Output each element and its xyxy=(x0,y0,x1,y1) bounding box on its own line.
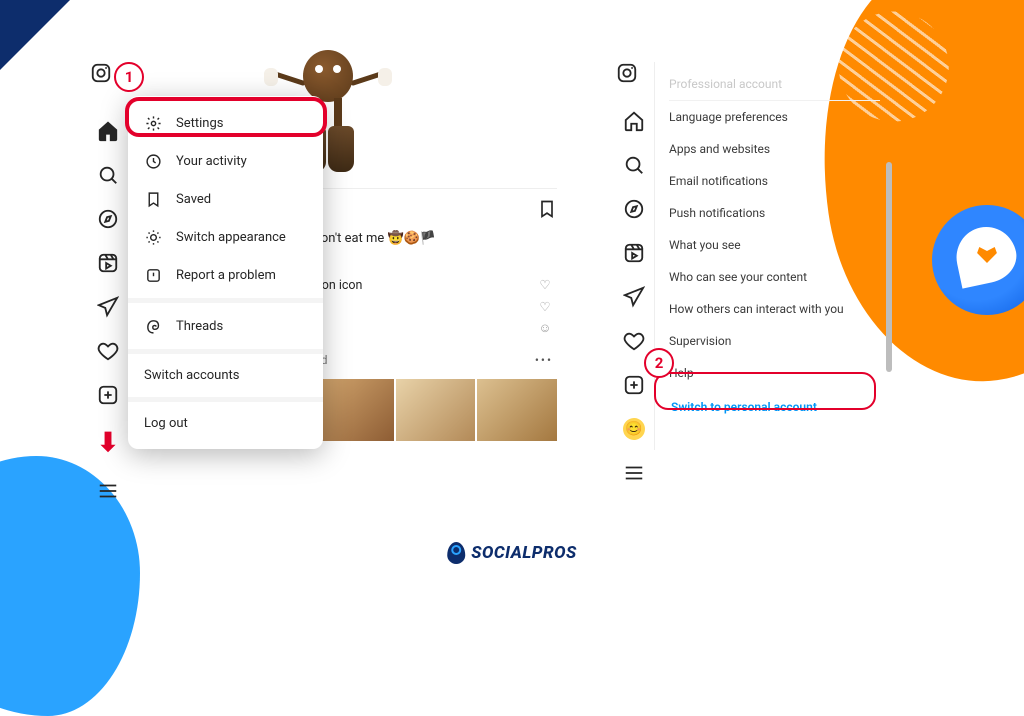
messages-icon[interactable] xyxy=(623,286,645,308)
step-badge-2: 2 xyxy=(644,348,674,378)
like-comment-icon[interactable]: ♡ xyxy=(537,299,553,315)
reels-icon[interactable] xyxy=(97,252,119,274)
footer-brand: SOCIALPROS xyxy=(447,542,577,564)
create-icon[interactable] xyxy=(623,374,645,396)
more-menu-icon[interactable] xyxy=(623,462,645,484)
explore-icon[interactable] xyxy=(97,208,119,230)
scrollbar[interactable] xyxy=(886,162,892,372)
bookmark-icon[interactable] xyxy=(537,199,557,219)
menu-appearance[interactable]: Switch appearance xyxy=(128,218,323,256)
settings-email-notif[interactable]: Email notifications xyxy=(669,165,880,197)
settings-help[interactable]: Help xyxy=(669,357,880,389)
menu-report-label: Report a problem xyxy=(176,268,276,283)
more-dropdown-menu: Settings Your activity Saved Switch appe… xyxy=(128,96,323,449)
messages-icon[interactable] xyxy=(97,296,119,318)
settings-what-you-see[interactable]: What you see xyxy=(669,229,880,261)
explore-icon[interactable] xyxy=(623,198,645,220)
menu-appearance-label: Switch appearance xyxy=(176,230,286,245)
home-icon[interactable] xyxy=(623,110,645,132)
emoji-picker-icon[interactable]: ☺ xyxy=(537,321,553,336)
like-comment-icon[interactable]: ♡ xyxy=(537,277,553,293)
threads-icon xyxy=(144,317,162,335)
settings-apps-websites[interactable]: Apps and websites xyxy=(669,133,880,165)
reels-icon[interactable] xyxy=(623,242,645,264)
menu-switch-accounts-label: Switch accounts xyxy=(144,368,240,383)
menu-switch-accounts[interactable]: Switch accounts xyxy=(128,358,323,393)
menu-activity-label: Your activity xyxy=(176,154,247,169)
profile-avatar[interactable]: 😊 xyxy=(623,418,645,440)
bookmark-icon xyxy=(144,190,162,208)
left-nav-rail: ⬇ xyxy=(88,120,128,502)
corner-triangle xyxy=(0,0,70,70)
menu-logout[interactable]: Log out xyxy=(128,406,323,441)
brand-mark-icon xyxy=(447,542,465,564)
post-more-icon[interactable]: ••• xyxy=(535,353,553,367)
switch-to-personal-link[interactable]: Switch to personal account xyxy=(669,389,880,426)
sun-icon xyxy=(144,228,162,246)
right-nav-rail: 😊 xyxy=(614,110,654,484)
settings-language[interactable]: Language preferences xyxy=(669,101,880,133)
activity-icon xyxy=(144,152,162,170)
step-badge-1: 1 xyxy=(114,62,144,92)
settings-push-notif[interactable]: Push notifications xyxy=(669,197,880,229)
search-icon[interactable] xyxy=(623,154,645,176)
menu-saved[interactable]: Saved xyxy=(128,180,323,218)
red-arrow-icon: ⬇ xyxy=(97,428,119,458)
search-icon[interactable] xyxy=(97,164,119,186)
brand-badge xyxy=(932,205,1024,315)
settings-supervision[interactable]: Supervision xyxy=(669,325,880,357)
report-icon xyxy=(144,266,162,284)
menu-settings[interactable]: Settings xyxy=(128,104,323,142)
menu-settings-label: Settings xyxy=(176,116,223,131)
settings-panel: Professional account Language preference… xyxy=(654,62,886,450)
menu-logout-label: Log out xyxy=(144,416,188,431)
home-icon[interactable] xyxy=(97,120,119,142)
menu-saved-label: Saved xyxy=(176,192,211,207)
brand-name: SOCIALPROS xyxy=(471,543,577,563)
more-menu-icon[interactable] xyxy=(97,480,119,502)
settings-how-interact[interactable]: How others can interact with you xyxy=(669,293,880,325)
menu-threads-label: Threads xyxy=(176,319,223,334)
settings-who-can-see[interactable]: Who can see your content xyxy=(669,261,880,293)
notifications-icon[interactable] xyxy=(97,340,119,362)
gear-icon xyxy=(144,114,162,132)
menu-activity[interactable]: Your activity xyxy=(128,142,323,180)
create-icon[interactable] xyxy=(97,384,119,406)
menu-report[interactable]: Report a problem xyxy=(128,256,323,294)
notifications-icon[interactable] xyxy=(623,330,645,352)
instagram-logo-icon xyxy=(616,62,638,88)
settings-professional-account[interactable]: Professional account xyxy=(669,68,880,101)
instagram-logo-icon xyxy=(90,62,112,88)
menu-threads[interactable]: Threads xyxy=(128,307,323,345)
